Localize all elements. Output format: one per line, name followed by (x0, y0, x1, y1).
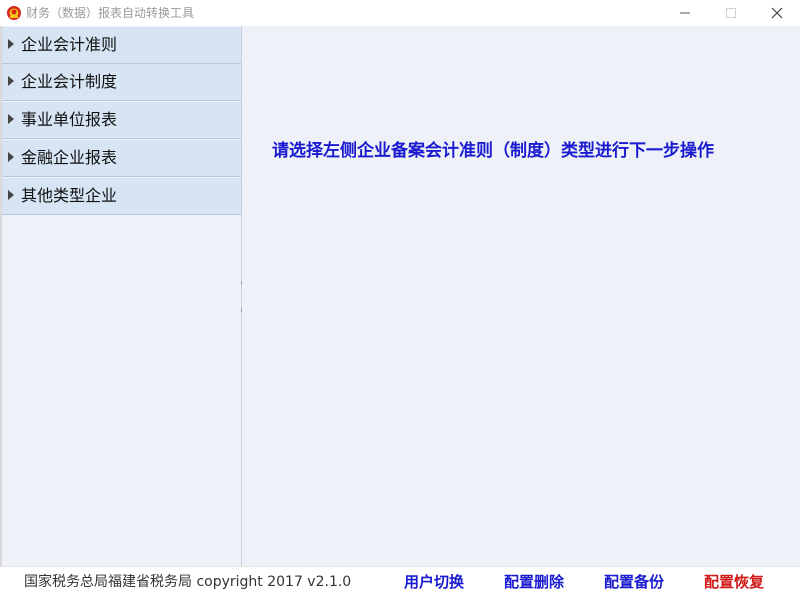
title-bar: 财务（数据）报表自动转换工具 (0, 0, 800, 26)
config-delete-link[interactable]: 配置删除 (504, 571, 564, 593)
triangle-right-icon (8, 76, 14, 86)
sidebar-item-other-enterprises[interactable]: 其他类型企业 (2, 178, 241, 215)
user-switch-link[interactable]: 用户切换 (404, 571, 464, 593)
instruction-text: 请选择左侧企业备案会计准则（制度）类型进行下一步操作 (272, 141, 714, 161)
window-title: 财务（数据）报表自动转换工具 (26, 6, 195, 20)
sidebar-item-financial-enterprise-reports[interactable]: 金融企业报表 (2, 140, 241, 177)
triangle-right-icon (8, 152, 14, 162)
config-backup-link[interactable]: 配置备份 (604, 571, 664, 593)
sidebar: 企业会计准则 企业会计制度 事业单位报表 金融企业报表 其他类型企业 (2, 26, 242, 566)
sidebar-item-label: 企业会计制度 (21, 72, 118, 91)
config-restore-link[interactable]: 配置恢复 (704, 571, 764, 593)
national-emblem-icon (7, 6, 21, 20)
minimize-icon (680, 12, 690, 14)
triangle-right-icon (8, 39, 14, 49)
sidebar-item-enterprise-accounting-system[interactable]: 企业会计制度 (2, 64, 241, 101)
sidebar-item-public-institution-reports[interactable]: 事业单位报表 (2, 102, 241, 139)
sidebar-item-label: 事业单位报表 (21, 110, 118, 129)
app-window: 财务（数据）报表自动转换工具 企业会计准则 企业会计制度 事业单位报表 金融企业… (0, 0, 800, 600)
triangle-right-icon (8, 190, 14, 200)
sidebar-item-label: 企业会计准则 (21, 35, 118, 54)
maximize-button[interactable] (708, 0, 754, 26)
main-content: 请选择左侧企业备案会计准则（制度）类型进行下一步操作 (242, 26, 800, 566)
sidebar-item-label: 金融企业报表 (21, 148, 118, 167)
minimize-button[interactable] (662, 0, 708, 26)
maximize-icon (726, 8, 736, 18)
sidebar-item-enterprise-accounting-standards[interactable]: 企业会计准则 (2, 27, 241, 64)
status-footer: 国家税务总局福建省税务局 copyright 2017 v2.1.0 用户切换 … (0, 566, 800, 597)
sidebar-item-label: 其他类型企业 (21, 186, 118, 205)
triangle-right-icon (8, 114, 14, 124)
close-button[interactable] (754, 0, 800, 26)
close-icon (771, 7, 783, 19)
copyright-text: 国家税务总局福建省税务局 copyright 2017 v2.1.0 (24, 574, 352, 590)
